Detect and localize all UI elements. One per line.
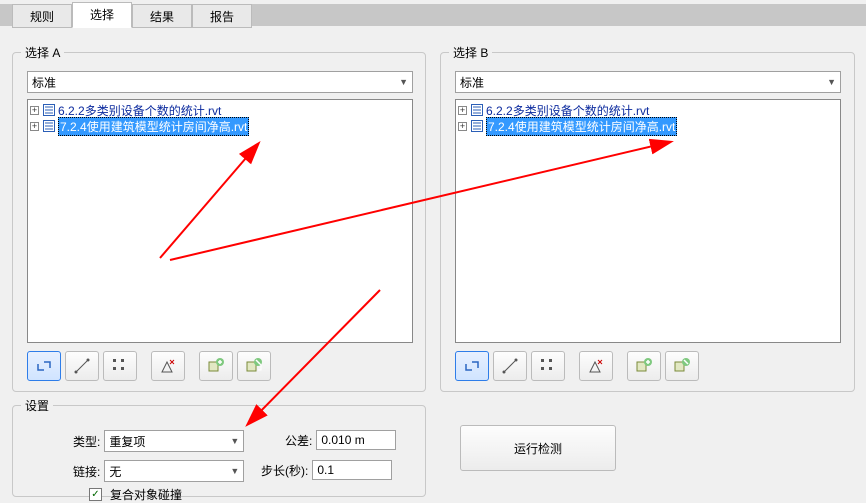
selection-a-title: 选择 A [21,44,64,61]
type-combo[interactable]: 重复项 ▼ [104,430,244,452]
expand-icon[interactable]: + [30,122,39,131]
tree-item-label: 7.2.4使用建筑模型统计房间净高.rvt [58,117,249,136]
select-box-button[interactable] [455,351,489,381]
file-icon [42,103,56,117]
tree-item-label: 7.2.4使用建筑模型统计房间净高.rvt [486,117,677,136]
selection-a-panel: 选择 A 标准 ▼ + 6.2.2多类别设备个数的统计.rvt + 7.2.4使… [12,52,426,392]
selection-b-combo-value: 标准 [460,74,484,91]
selection-b-panel: 选择 B 标准 ▼ + 6.2.2多类别设备个数的统计.rvt + 7.2.4使… [440,52,855,392]
invert-button[interactable] [151,351,185,381]
tolerance-field[interactable]: 0.010 m [316,430,396,450]
run-area: 运行检测 [440,405,855,471]
select-line-button[interactable] [493,351,527,381]
select-box-button[interactable] [27,351,61,381]
remove-group-button[interactable] [237,351,271,381]
select-line-button[interactable] [65,351,99,381]
link-label: 链接: [73,463,100,480]
selection-a-combo[interactable]: 标准 ▼ [27,71,413,93]
tab-rules[interactable]: 规则 [12,4,72,28]
tree-row[interactable]: + 7.2.4使用建筑模型统计房间净高.rvt [30,118,410,134]
type-label: 类型: [73,433,100,450]
selection-a-combo-value: 标准 [32,74,56,91]
chevron-down-icon: ▼ [827,77,836,87]
add-group-button[interactable] [199,351,233,381]
tab-select[interactable]: 选择 [72,2,132,28]
selection-a-toolbar [27,351,411,381]
expand-icon[interactable]: + [30,106,39,115]
compound-collision-label: 复合对象碰撞 [110,486,182,503]
file-icon [42,119,56,133]
add-group-button[interactable] [627,351,661,381]
select-points-button[interactable] [103,351,137,381]
selection-a-tree[interactable]: + 6.2.2多类别设备个数的统计.rvt + 7.2.4使用建筑模型统计房间净… [27,99,413,343]
settings-panel: 设置 类型: 重复项 ▼ 公差: 0.010 m 链接: 无 ▼ 步长(秒): … [12,405,426,497]
selection-b-combo[interactable]: 标准 ▼ [455,71,841,93]
chevron-down-icon: ▼ [399,77,408,87]
compound-collision-checkbox[interactable]: ✓ [89,488,102,501]
link-value: 无 [109,463,121,480]
tab-results[interactable]: 结果 [132,4,192,28]
tree-row[interactable]: + 7.2.4使用建筑模型统计房间净高.rvt [458,118,838,134]
remove-group-button[interactable] [665,351,699,381]
link-combo[interactable]: 无 ▼ [104,460,244,482]
tab-report[interactable]: 报告 [192,4,252,28]
file-icon [470,119,484,133]
type-value: 重复项 [109,433,145,450]
settings-title: 设置 [21,397,53,414]
selection-b-tree[interactable]: + 6.2.2多类别设备个数的统计.rvt + 7.2.4使用建筑模型统计房间净… [455,99,841,343]
selection-b-toolbar [455,351,840,381]
select-points-button[interactable] [531,351,565,381]
expand-icon[interactable]: + [458,106,467,115]
tolerance-label: 公差: [285,432,312,449]
selection-b-title: 选择 B [449,44,492,61]
expand-icon[interactable]: + [458,122,467,131]
step-field[interactable]: 0.1 [312,460,392,480]
file-icon [470,103,484,117]
tab-bar: 规则 选择 结果 报告 [0,0,866,30]
chevron-down-icon: ▼ [230,466,239,476]
chevron-down-icon: ▼ [230,436,239,446]
run-detection-button[interactable]: 运行检测 [460,425,616,471]
step-label: 步长(秒): [261,462,308,479]
invert-button[interactable] [579,351,613,381]
